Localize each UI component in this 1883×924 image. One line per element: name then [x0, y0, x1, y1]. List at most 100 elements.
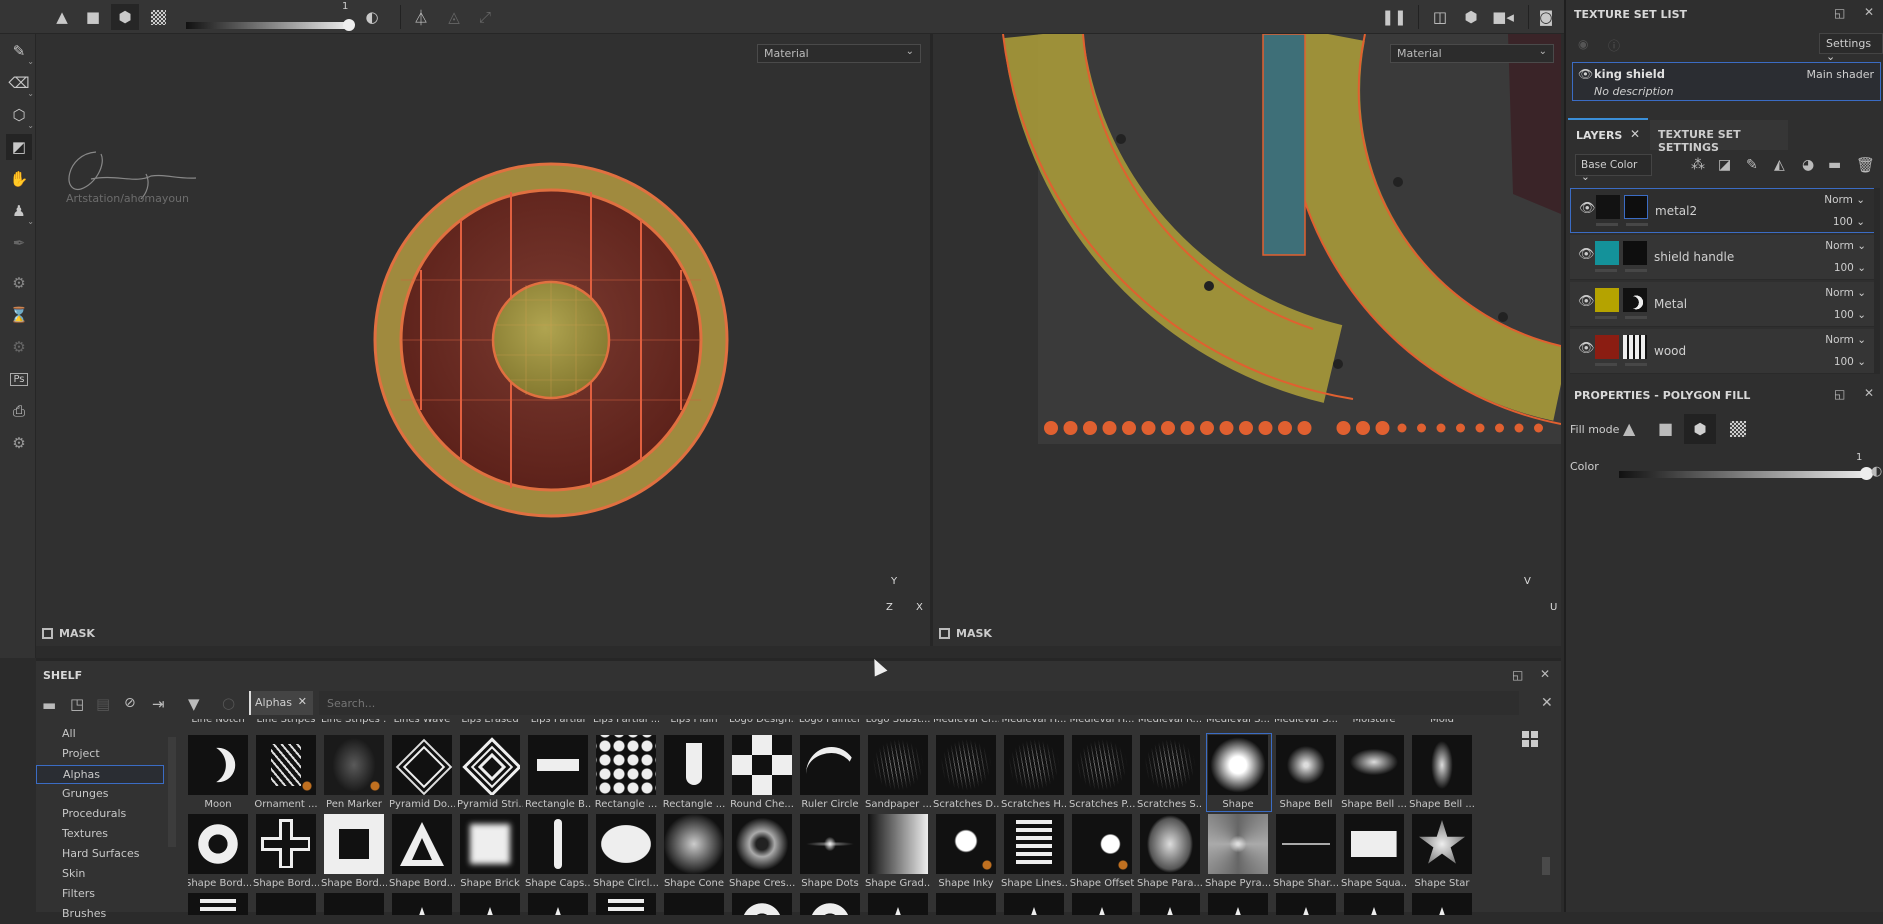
alpha-item[interactable]: Shape Pyra...: [1205, 814, 1271, 889]
new-document-icon[interactable]: ◳: [70, 695, 84, 713]
channel-dropdown[interactable]: Base Color ⌄: [1575, 154, 1652, 183]
projection-icon[interactable]: ⬡ ⌄: [6, 102, 34, 130]
eye-icon[interactable]: 👁: [1578, 67, 1593, 81]
symmetry-settings-icon[interactable]: ◬: [440, 4, 468, 30]
plugin-icon[interactable]: ⚙: [6, 430, 32, 456]
camera-video-icon[interactable]: ■◂: [1489, 4, 1517, 30]
picker-icon[interactable]: ✒: [6, 230, 32, 256]
alpha-item[interactable]: Shape Offset: [1070, 814, 1134, 889]
cube-icon[interactable]: ⬢: [111, 4, 139, 30]
paint-brush-icon[interactable]: ✎ ⌄: [6, 38, 34, 66]
alpha-item[interactable]: Ornament ...: [254, 735, 318, 810]
close-icon[interactable]: ✕: [1864, 5, 1874, 19]
add-paint-layer-icon[interactable]: ✎: [1746, 157, 1758, 173]
color-picker-icon[interactable]: ◐: [358, 4, 386, 30]
alpha-item[interactable]: Shape Star: [1412, 814, 1474, 889]
alpha-item[interactable]: Rectangle ...: [663, 735, 726, 810]
category-item[interactable]: Filters: [36, 885, 164, 904]
layer-row[interactable]: 👁 wood Norm ⌄ 100 ⌄: [1570, 329, 1876, 374]
alpha-item[interactable]: Shape Shar...: [1273, 814, 1339, 889]
cog-icon[interactable]: ⚙: [6, 334, 32, 360]
add-mask-icon[interactable]: ◪: [1718, 157, 1731, 173]
settings-dropdown[interactable]: Settings ⌄: [1819, 33, 1883, 63]
triangle-icon[interactable]: ▲: [48, 4, 76, 30]
category-item[interactable]: Textures: [36, 825, 164, 844]
alpha-item[interactable]: Rectangle B...: [525, 735, 591, 810]
grid-view-icon[interactable]: [1522, 731, 1538, 747]
add-smart-material-icon[interactable]: ◕: [1802, 157, 1814, 173]
checker-icon[interactable]: [144, 4, 172, 30]
mask-checkbox[interactable]: [939, 628, 950, 639]
blend-mode-dropdown[interactable]: Norm ⌄: [1825, 334, 1866, 346]
settings-icon[interactable]: ⚙: [6, 270, 32, 296]
close-icon[interactable]: ✕: [1540, 667, 1550, 681]
color-picker-icon[interactable]: ◐: [1871, 464, 1882, 479]
bake-icon[interactable]: ⌛: [6, 302, 32, 328]
restore-icon[interactable]: ◱: [1834, 6, 1845, 20]
alpha-item[interactable]: Shape Brick: [460, 814, 522, 889]
opacity-slider[interactable]: [186, 22, 350, 29]
hide-icon[interactable]: ⊘: [124, 695, 136, 711]
opacity-dropdown[interactable]: 100 ⌄: [1834, 262, 1866, 274]
save-icon[interactable]: ▤: [96, 695, 110, 713]
alpha-item[interactable]: Shape Squa...: [1341, 814, 1407, 889]
opacity-dropdown[interactable]: 100 ⌄: [1833, 216, 1865, 228]
material-dropdown[interactable]: Material ⌄: [1390, 44, 1554, 63]
eye-icon[interactable]: 👁: [1578, 247, 1595, 262]
transform-icon[interactable]: ⤢: [471, 4, 499, 30]
triangle-icon[interactable]: ▲: [1623, 419, 1635, 438]
photoshop-icon[interactable]: Ps: [6, 366, 32, 392]
cube-icon[interactable]: ⬢: [1684, 414, 1716, 444]
pause-icon[interactable]: ❚❚: [1380, 4, 1408, 30]
close-icon[interactable]: ✕: [1630, 127, 1640, 141]
add-fill-layer-icon[interactable]: ◭: [1774, 157, 1785, 173]
alpha-item[interactable]: Pyramid Stri...: [457, 735, 523, 810]
alpha-item[interactable]: Scratches S...: [1137, 735, 1203, 810]
alpha-item[interactable]: Scratches H...: [1001, 735, 1067, 810]
category-scrollbar[interactable]: [168, 737, 176, 847]
square-icon[interactable]: ■: [79, 4, 107, 30]
viewport-3d[interactable]: Material ⌄ Artstation/ahomayoun Y Z X MAS…: [36, 34, 930, 646]
alpha-item[interactable]: Sandpaper ...: [865, 735, 931, 810]
layer-row[interactable]: 👁 shield handle Norm ⌄ 100 ⌄: [1570, 235, 1876, 280]
delete-icon[interactable]: 🗑: [1856, 156, 1875, 174]
restore-icon[interactable]: ◱: [1834, 387, 1845, 401]
alpha-item[interactable]: Shape Lines...: [1001, 814, 1067, 889]
alpha-item[interactable]: Moon: [188, 735, 250, 810]
visibility-icon[interactable]: ◉: [1578, 37, 1588, 51]
clone-stamp-icon[interactable]: ♟ ⌄: [6, 198, 34, 226]
texture-set-item[interactable]: 👁 king shield Main shader No description: [1572, 62, 1881, 101]
eye-icon[interactable]: 👁: [1578, 341, 1595, 356]
layers-scrollbar[interactable]: [1874, 188, 1880, 374]
alpha-item[interactable]: Shape Bord...: [188, 814, 251, 889]
eraser-icon[interactable]: ⌫ ⌄: [6, 70, 34, 98]
alpha-item[interactable]: Scratches D...: [933, 735, 999, 810]
filter-tag-alphas[interactable]: Alphas ✕: [249, 691, 313, 715]
category-item[interactable]: Hard Surfaces: [36, 845, 164, 864]
category-item[interactable]: Project: [36, 745, 164, 764]
alpha-item[interactable]: Shape Bell ...: [1409, 735, 1475, 810]
smudge-icon[interactable]: ✋: [6, 166, 32, 192]
eye-icon[interactable]: 👁: [1579, 201, 1596, 216]
checker-icon[interactable]: [1730, 421, 1746, 437]
alpha-item[interactable]: Shape Grad...: [865, 814, 931, 889]
category-item[interactable]: All: [36, 725, 164, 744]
color-slider[interactable]: [1619, 471, 1869, 478]
alpha-item[interactable]: Shape Bord...: [321, 814, 387, 889]
alpha-item[interactable]: Shape Cone: [664, 814, 726, 889]
square-icon[interactable]: ■: [1658, 419, 1673, 438]
tab-layers[interactable]: LAYERS ✕: [1568, 118, 1648, 150]
layer-mask-thumbnail[interactable]: [1623, 241, 1647, 265]
layer-mask-thumbnail[interactable]: [1623, 335, 1647, 359]
symmetry-icon[interactable]: ⏃: [407, 4, 435, 30]
search-input[interactable]: [319, 691, 1519, 715]
layer-mask-thumbnail[interactable]: [1623, 288, 1647, 312]
slider-handle[interactable]: [343, 19, 355, 31]
alpha-item[interactable]: Pen Marker: [324, 735, 386, 810]
opacity-dropdown[interactable]: 100 ⌄: [1834, 309, 1866, 321]
mask-checkbox[interactable]: [42, 628, 53, 639]
screenshot-icon[interactable]: ◙: [1532, 4, 1560, 30]
tab-texture-set-settings[interactable]: TEXTURE SET SETTINGS: [1650, 120, 1788, 154]
alpha-item[interactable]: Shape Bord...: [253, 814, 319, 889]
eye-icon[interactable]: 👁: [1578, 294, 1595, 309]
